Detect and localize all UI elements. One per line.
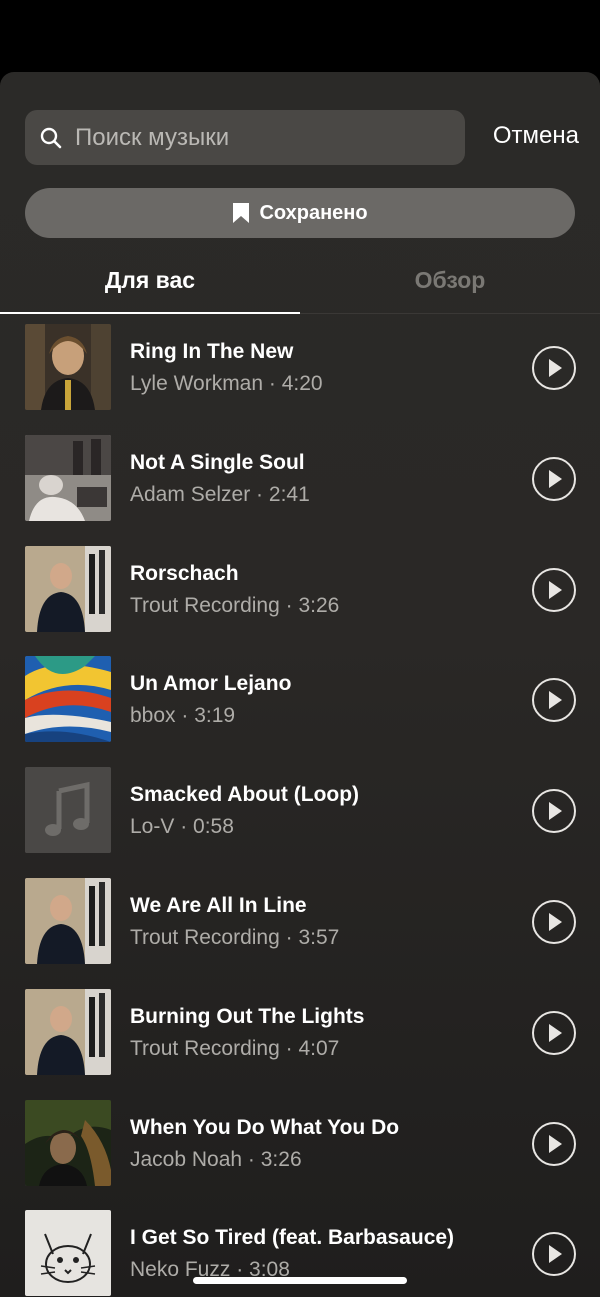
track-row[interactable]: Ring In The New Lyle Workman · 4:20 — [0, 324, 600, 435]
track-row[interactable]: Burning Out The Lights Trout Recording ·… — [0, 988, 600, 1100]
track-meta: Trout Recording · 3:57 — [130, 926, 339, 950]
track-meta: bbox · 3:19 — [130, 704, 235, 728]
track-meta: Trout Recording · 4:07 — [130, 1037, 339, 1061]
album-art — [25, 1099, 111, 1186]
track-title: We Are All In Line — [130, 893, 307, 917]
active-tab-indicator — [0, 312, 300, 314]
track-duration: 3:19 — [194, 704, 236, 728]
track-row[interactable]: Un Amor Lejano bbox · 3:19 — [0, 656, 600, 767]
track-artist: Lyle Workman — [130, 372, 264, 395]
album-art — [25, 988, 111, 1075]
bookmark-icon — [233, 203, 250, 223]
tab-for-you[interactable]: Для вас — [0, 248, 300, 312]
play-icon[interactable] — [532, 678, 576, 723]
album-art — [25, 545, 111, 632]
track-row[interactable]: When You Do What You Do Jacob Noah · 3:2… — [0, 1099, 600, 1211]
meta-separator: · — [174, 815, 194, 839]
track-artist: Trout Recording — [130, 925, 280, 949]
meta-separator: · — [279, 1036, 299, 1060]
meta-separator: · — [175, 704, 195, 728]
track-duration: 3:26 — [298, 593, 340, 617]
cancel-button[interactable]: Отмена — [493, 122, 579, 150]
track-artist: Lo-V — [130, 815, 175, 839]
track-duration: 3:26 — [260, 1147, 302, 1171]
track-title: When You Do What You Do — [130, 1115, 400, 1139]
tab-for-you-label: Для вас — [104, 266, 196, 293]
album-art — [25, 767, 111, 854]
track-row[interactable]: We Are All In Line Trout Recording · 3:5… — [0, 877, 600, 989]
play-icon[interactable] — [532, 1121, 576, 1166]
play-icon[interactable] — [532, 1010, 576, 1055]
track-title: Ring In The New — [130, 340, 294, 363]
album-art — [25, 434, 111, 521]
track-duration: 2:41 — [268, 482, 310, 506]
tab-browse-label: Обзор — [414, 266, 486, 293]
track-meta: Lo-V · 0:58 — [130, 815, 234, 839]
play-icon[interactable] — [532, 346, 576, 390]
track-artist: Jacob Noah — [130, 1147, 243, 1171]
track-row[interactable]: Rorschach Trout Recording · 3:26 — [0, 545, 600, 657]
search-row: Отмена — [25, 110, 585, 166]
meta-separator: · — [250, 482, 269, 506]
track-row[interactable]: I Get So Tired (feat. Barbasauce) Neko F… — [0, 1210, 600, 1297]
album-art — [25, 656, 111, 743]
saved-button[interactable]: Сохранено — [25, 188, 575, 238]
track-list: Ring In The New Lyle Workman · 4:20 Not … — [0, 324, 600, 1297]
play-icon[interactable] — [532, 1232, 576, 1277]
track-duration: 0:58 — [193, 815, 234, 839]
track-artist: Trout Recording — [130, 1036, 280, 1060]
meta-separator: · — [242, 1147, 261, 1171]
track-duration: 4:07 — [298, 1036, 340, 1060]
track-artist: bbox — [130, 704, 176, 728]
search-input[interactable] — [73, 122, 465, 153]
track-row[interactable]: Not A Single Soul Adam Selzer · 2:41 — [0, 434, 600, 546]
play-icon[interactable] — [532, 456, 576, 501]
track-meta: Jacob Noah · 3:26 — [130, 1148, 302, 1172]
tab-bar: Для вас Обзор — [0, 248, 600, 314]
tab-browse[interactable]: Обзор — [300, 248, 600, 312]
track-artist: Adam Selzer — [130, 482, 251, 506]
track-meta: Lyle Workman · 4:20 — [130, 372, 323, 396]
play-icon[interactable] — [532, 899, 576, 944]
track-title: Rorschach — [130, 561, 239, 585]
track-meta: Trout Recording · 3:26 — [130, 594, 339, 618]
home-indicator[interactable] — [193, 1277, 407, 1284]
album-art — [25, 1210, 111, 1297]
search-icon — [40, 127, 62, 148]
track-artist: Trout Recording — [130, 593, 280, 617]
track-title: Not A Single Soul — [130, 450, 305, 474]
music-note-icon — [25, 767, 111, 854]
track-title: Un Amor Lejano — [130, 672, 292, 696]
play-icon[interactable] — [532, 567, 576, 612]
track-title: Smacked About (Loop) — [130, 783, 360, 807]
saved-button-label: Сохранено — [259, 201, 368, 224]
track-meta: Adam Selzer · 2:41 — [130, 483, 310, 507]
track-title: Burning Out The Lights — [130, 1004, 365, 1028]
album-art — [25, 324, 111, 410]
music-picker-sheet: Отмена Сохранено Для вас Обзор — [0, 72, 600, 1297]
track-row[interactable]: Smacked About (Loop) Lo-V · 0:58 — [0, 767, 600, 878]
track-title: I Get So Tired (feat. Barbasauce) — [130, 1226, 455, 1250]
meta-separator: · — [263, 372, 282, 395]
meta-separator: · — [279, 925, 299, 949]
search-box[interactable] — [25, 110, 465, 165]
play-icon[interactable] — [532, 789, 576, 834]
meta-separator: · — [279, 593, 299, 617]
album-art — [25, 877, 111, 964]
track-duration: 4:20 — [281, 372, 323, 395]
track-duration: 3:57 — [298, 925, 340, 949]
